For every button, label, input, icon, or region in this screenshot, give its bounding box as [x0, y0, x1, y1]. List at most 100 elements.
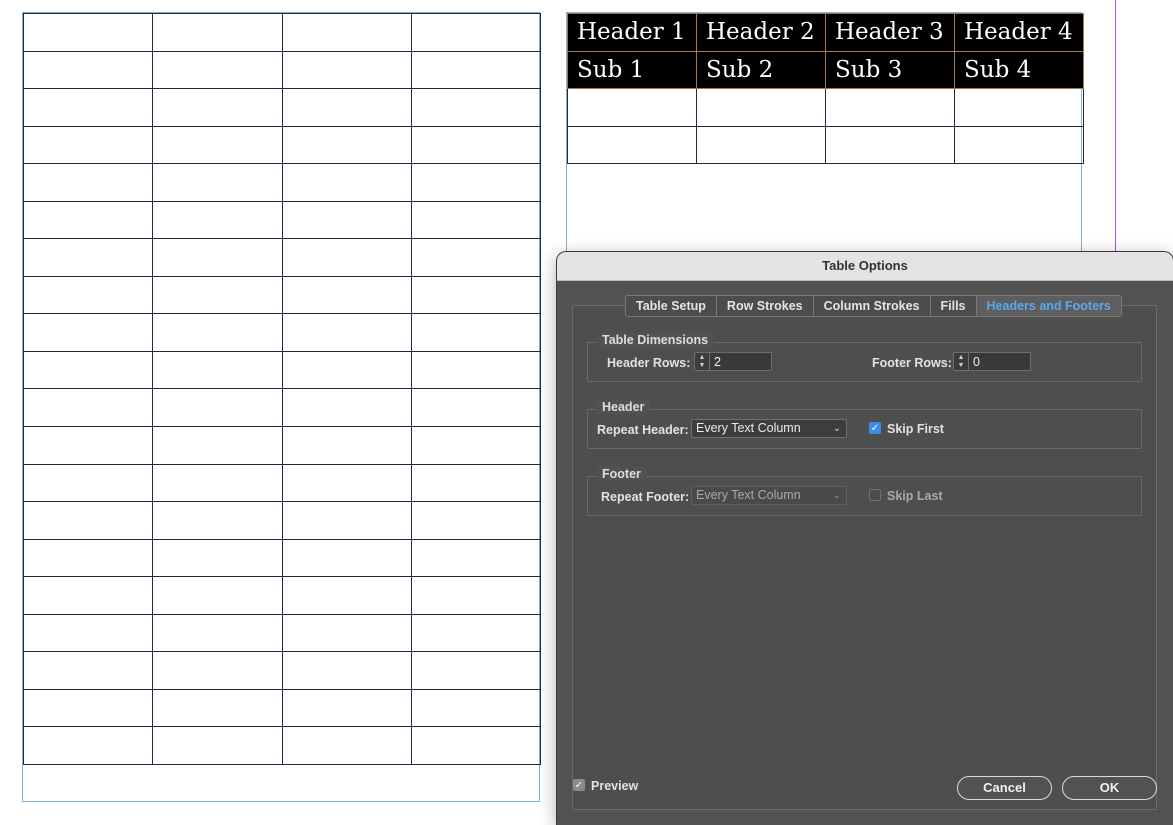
table-cell[interactable] — [152, 275, 283, 315]
table-cell[interactable] — [281, 726, 412, 765]
table-cell[interactable] — [281, 501, 412, 540]
header-rows-input[interactable] — [710, 352, 772, 371]
repeat-footer-select[interactable]: Every Text Column ⌄ — [691, 486, 847, 505]
left-table[interactable] — [22, 13, 542, 765]
table-cell[interactable] — [281, 125, 412, 165]
table-cell[interactable] — [410, 238, 542, 277]
table-cell[interactable] — [410, 688, 542, 728]
up-down-stepper-icon[interactable]: ▲ ▼ — [953, 352, 969, 371]
footer-rows-input[interactable] — [969, 352, 1031, 371]
table-cell[interactable] — [281, 13, 412, 52]
table-cell[interactable] — [281, 388, 412, 428]
header-rows-stepper[interactable]: ▲ ▼ — [694, 352, 772, 371]
table-cell[interactable] — [152, 426, 283, 465]
table-cell[interactable] — [152, 13, 283, 52]
table-cell[interactable] — [410, 313, 542, 352]
table-cell[interactable] — [281, 88, 412, 127]
table-cell[interactable] — [22, 651, 154, 690]
preview-label[interactable]: Preview — [591, 779, 638, 793]
tab-row-strokes[interactable]: Row Strokes — [716, 296, 814, 316]
skip-first-checkbox[interactable]: ✓ — [869, 422, 881, 434]
table-cell[interactable] — [410, 13, 542, 52]
table-cell[interactable] — [567, 125, 697, 164]
table-cell[interactable] — [410, 200, 542, 240]
table-cell[interactable] — [410, 613, 542, 653]
skip-first-label[interactable]: Skip First — [887, 422, 944, 436]
table-cell[interactable] — [152, 388, 283, 428]
table-cell[interactable] — [281, 200, 412, 240]
right-table[interactable]: Header 1 Header 2 Header 3 Header 4 Sub … — [567, 13, 1084, 164]
table-cell[interactable] — [281, 613, 412, 653]
header-cell[interactable]: Header 1 — [567, 13, 697, 52]
table-cell[interactable] — [152, 538, 283, 578]
table-cell[interactable] — [410, 125, 542, 165]
table-cell[interactable] — [281, 538, 412, 578]
table-cell[interactable] — [281, 651, 412, 690]
table-cell[interactable] — [281, 463, 412, 503]
sub-header-cell[interactable]: Sub 1 — [567, 50, 697, 89]
table-cell[interactable] — [410, 576, 542, 615]
table-cell[interactable] — [152, 163, 283, 202]
table-cell[interactable] — [281, 238, 412, 277]
table-cell[interactable] — [281, 50, 412, 90]
table-cell[interactable] — [22, 163, 154, 202]
table-cell[interactable] — [281, 350, 412, 390]
table-cell[interactable] — [410, 651, 542, 690]
table-cell[interactable] — [22, 576, 154, 615]
table-cell[interactable] — [152, 613, 283, 653]
table-cell[interactable] — [825, 88, 955, 127]
table-cell[interactable] — [152, 125, 283, 165]
footer-rows-stepper[interactable]: ▲ ▼ — [953, 352, 1031, 371]
table-cell[interactable] — [22, 88, 154, 127]
table-cell[interactable] — [152, 313, 283, 352]
table-cell[interactable] — [22, 238, 154, 277]
table-cell[interactable] — [410, 501, 542, 540]
header-cell[interactable]: Header 2 — [696, 13, 826, 52]
sub-header-cell[interactable]: Sub 4 — [954, 50, 1084, 89]
table-cell[interactable] — [410, 538, 542, 578]
table-cell[interactable] — [152, 350, 283, 390]
table-cell[interactable] — [152, 88, 283, 127]
table-cell[interactable] — [954, 88, 1084, 127]
table-cell[interactable] — [281, 576, 412, 615]
repeat-header-select[interactable]: Every Text Column ⌄ — [691, 419, 847, 438]
cancel-button[interactable]: Cancel — [957, 776, 1052, 800]
table-cell[interactable] — [567, 88, 697, 127]
sub-header-cell[interactable]: Sub 3 — [825, 50, 955, 89]
table-cell[interactable] — [152, 651, 283, 690]
table-cell[interactable] — [22, 463, 154, 503]
table-cell[interactable] — [22, 538, 154, 578]
table-cell[interactable] — [954, 125, 1084, 164]
table-cell[interactable] — [152, 200, 283, 240]
table-cell[interactable] — [152, 576, 283, 615]
table-cell[interactable] — [410, 726, 542, 765]
table-cell[interactable] — [22, 313, 154, 352]
table-cell[interactable] — [152, 238, 283, 277]
up-down-stepper-icon[interactable]: ▲ ▼ — [694, 352, 710, 371]
table-cell[interactable] — [152, 726, 283, 765]
table-cell[interactable] — [152, 463, 283, 503]
table-cell[interactable] — [281, 688, 412, 728]
preview-checkbox[interactable]: ✓ — [573, 779, 585, 791]
table-cell[interactable] — [22, 125, 154, 165]
table-cell[interactable] — [410, 388, 542, 428]
table-cell[interactable] — [410, 88, 542, 127]
table-cell[interactable] — [410, 50, 542, 90]
table-cell[interactable] — [22, 726, 154, 765]
table-cell[interactable] — [152, 501, 283, 540]
dialog-title[interactable]: Table Options — [557, 252, 1173, 281]
table-cell[interactable] — [410, 426, 542, 465]
skip-last-label[interactable]: Skip Last — [887, 489, 943, 503]
table-cell[interactable] — [696, 125, 826, 164]
table-cell[interactable] — [22, 426, 154, 465]
table-cell[interactable] — [696, 88, 826, 127]
tab-column-strokes[interactable]: Column Strokes — [813, 296, 931, 316]
header-cell[interactable]: Header 4 — [954, 13, 1084, 52]
table-cell[interactable] — [22, 613, 154, 653]
table-cell[interactable] — [281, 426, 412, 465]
table-cell[interactable] — [281, 275, 412, 315]
table-cell[interactable] — [152, 50, 283, 90]
table-cell[interactable] — [22, 501, 154, 540]
table-cell[interactable] — [22, 200, 154, 240]
table-cell[interactable] — [22, 350, 154, 390]
